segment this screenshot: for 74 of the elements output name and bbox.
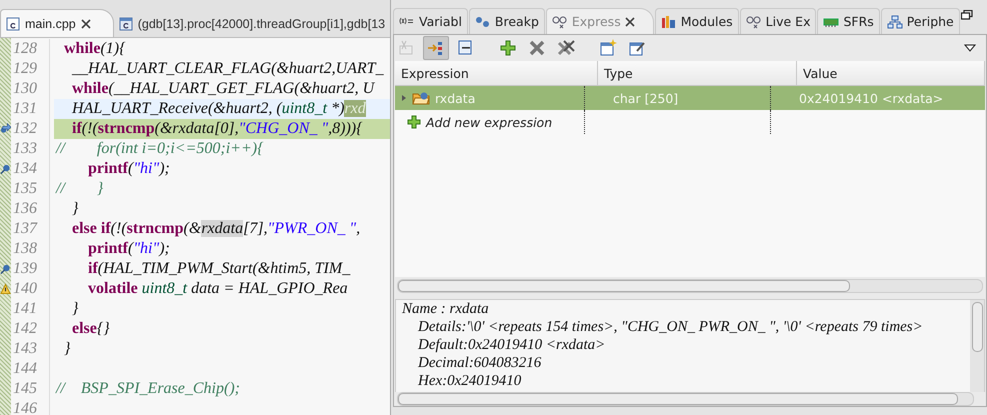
code-line: else{} <box>71 319 111 339</box>
code-line: // for(int i=0;i<=500;i++){ <box>54 139 264 159</box>
line-number: 140 <box>11 279 50 299</box>
code-line: while(__HAL_UART_GET_FLAG(&huart2, U <box>71 79 376 99</box>
code-line: printf("hi"); <box>87 239 171 259</box>
view-tab[interactable]: Live Ex <box>740 8 816 34</box>
restore-icon[interactable] <box>961 10 973 20</box>
breakpoint-icon[interactable] <box>0 163 11 175</box>
detail-line: Default:0x24019410 <rxdata> <box>416 336 606 354</box>
editor-tab[interactable]: (gdb[13].proc[42000].threadGroup[i1],gdb[13 <box>114 10 390 37</box>
view-tab[interactable]: Variabl <box>393 8 468 34</box>
code-line: __HAL_UART_CLEAR_FLAG(&huart2,UART_ <box>70 59 385 79</box>
view-menu-icon[interactable] <box>964 44 976 52</box>
line-number: 142 <box>11 319 50 339</box>
horizontal-scrollbar[interactable] <box>397 279 983 293</box>
table-cell-text: char [250] <box>612 90 678 106</box>
column-header[interactable]: Expression <box>395 61 598 85</box>
table-cell-text: 0x24019410 <rxdata> <box>798 90 944 106</box>
line-number: 144 <box>11 359 50 379</box>
tab-icon <box>552 14 568 28</box>
vertical-scrollbar[interactable] <box>970 300 984 392</box>
line-number: 139 <box>11 259 50 279</box>
add-icon <box>407 115 421 129</box>
table-row[interactable]: Add new expression <box>395 110 985 134</box>
code-line: printf("hi"); <box>87 159 171 179</box>
line-number: 132 <box>11 119 50 139</box>
editor-tab[interactable]: main.cpp <box>0 9 114 37</box>
file-icon <box>6 16 20 30</box>
view-tab[interactable]: SFRs <box>817 8 880 34</box>
view-tab[interactable]: Periphe <box>880 8 960 34</box>
line-number: 131 <box>11 99 50 119</box>
code-line: } <box>71 199 80 219</box>
line-number: 136 <box>11 199 50 219</box>
code-line: while(1){ <box>63 39 127 59</box>
folder-icon <box>412 91 430 105</box>
code-line: // BSP_SPI_Erase_Chip(); <box>54 379 241 399</box>
line-number: 143 <box>11 339 50 359</box>
line-number: 128 <box>11 39 50 59</box>
line-number: 141 <box>11 299 50 319</box>
line-number: 133 <box>11 139 50 159</box>
line-number: 145 <box>11 379 50 399</box>
column-header[interactable]: Value <box>797 61 985 85</box>
detail-line: Decimal:604083216 <box>416 354 542 372</box>
line-number: 134 <box>11 159 50 179</box>
code-line: volatile uint8_t data = HAL_GPIO_Rea <box>87 279 349 299</box>
expression-name: rxdata <box>435 90 476 106</box>
detail-line: Hex:0x24019410 <box>416 372 522 390</box>
code-line: // } <box>54 179 104 199</box>
add-expression-link[interactable]: Add new expression <box>426 114 552 130</box>
line-number: 129 <box>11 59 50 79</box>
detail-line: Name : rxdata <box>402 300 490 318</box>
code-line: } <box>71 299 80 319</box>
line-number: 137 <box>11 219 50 239</box>
tab-icon <box>746 14 762 28</box>
tab-icon <box>660 14 677 28</box>
line-number: 138 <box>11 239 50 259</box>
column-header[interactable]: Type <box>598 61 797 85</box>
code-line: } <box>63 339 72 359</box>
horizontal-scrollbar[interactable] <box>397 392 974 406</box>
view-tab[interactable]: Modules <box>654 8 739 34</box>
line-number: 146 <box>11 399 50 415</box>
breakpoint-icon[interactable] <box>0 263 11 275</box>
view-tab[interactable]: Breakp <box>468 8 545 34</box>
code-line: else if(!(strncmp(&rxdata[7],"PWR_ON_ ", <box>71 219 362 239</box>
detail-line: Details:'\0' <repeats 154 times>, "CHG_ON_ PWR_ON_ ", '\0' <repeats 79 times> <box>416 318 924 336</box>
close-icon[interactable] <box>624 16 635 26</box>
tab-icon <box>886 14 903 28</box>
tab-icon <box>474 14 491 28</box>
file-icon <box>118 16 133 30</box>
close-icon[interactable] <box>80 18 91 28</box>
code-line: if(HAL_TIM_PWM_Start(&htim5, TIM_ <box>87 259 352 279</box>
line-number: 135 <box>11 179 50 199</box>
expand-arrow-icon[interactable] <box>401 94 407 102</box>
line-number: 130 <box>11 79 50 99</box>
